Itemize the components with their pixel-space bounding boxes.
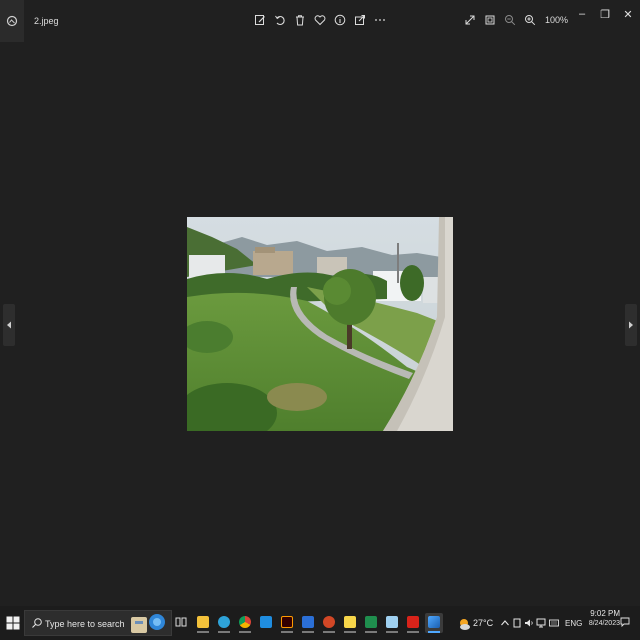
search-highlight-icon	[131, 614, 165, 633]
zoom-out-icon[interactable]	[503, 13, 517, 27]
chrome-icon	[239, 616, 251, 628]
taskbar-chrome[interactable]	[236, 613, 254, 633]
powerpoint-icon	[323, 616, 335, 628]
running-indicator	[365, 631, 377, 633]
fit-icon[interactable]	[483, 13, 497, 27]
language-indicator[interactable]: ENG	[565, 619, 582, 628]
active-indicator	[428, 631, 440, 633]
excel-icon	[365, 616, 377, 628]
close-button[interactable]: ✕	[618, 6, 638, 22]
device-icon[interactable]	[512, 618, 522, 628]
next-image-button[interactable]	[625, 304, 637, 346]
maximize-button[interactable]: ❐	[595, 6, 615, 22]
windows-logo-icon	[6, 616, 20, 630]
file-name-label: 2.jpeg	[34, 16, 59, 26]
running-indicator	[323, 631, 335, 633]
title-bar: 2.jpeg 100% – ❐ ✕	[0, 0, 640, 42]
start-button[interactable]	[6, 616, 20, 630]
search-input[interactable]: Type here to search	[24, 610, 172, 636]
acrobat-icon	[407, 616, 419, 628]
taskbar-sticky-notes[interactable]	[341, 613, 359, 633]
running-indicator	[344, 631, 356, 633]
taskbar-acrobat[interactable]	[404, 613, 422, 633]
delete-icon[interactable]	[293, 13, 307, 27]
keyboard-icon[interactable]	[549, 618, 559, 628]
taskbar-edge[interactable]	[215, 613, 233, 633]
info-icon[interactable]	[333, 13, 347, 27]
minimize-button[interactable]: –	[572, 6, 592, 22]
chevron-left-icon	[7, 321, 11, 329]
photos-logo-icon	[6, 15, 18, 27]
notification-icon[interactable]	[620, 617, 630, 627]
show-hidden-icons-icon[interactable]	[500, 618, 510, 628]
running-indicator	[407, 631, 419, 633]
expand-icon[interactable]	[463, 13, 477, 27]
notepad-icon	[386, 616, 398, 628]
more-icon[interactable]	[373, 13, 387, 27]
folder-icon	[197, 616, 209, 628]
edit-icon[interactable]	[253, 13, 267, 27]
displayed-photo	[187, 217, 453, 431]
taskbar-notepad[interactable]	[383, 613, 401, 633]
weather-temperature[interactable]: 27°C	[473, 618, 493, 628]
zoom-level[interactable]: 100%	[545, 15, 568, 25]
rotate-icon[interactable]	[273, 13, 287, 27]
taskbar-mail[interactable]	[257, 613, 275, 633]
running-indicator	[302, 631, 314, 633]
word-icon	[302, 616, 314, 628]
clock-date[interactable]: 8/24/2023	[583, 620, 620, 627]
weather-icon[interactable]	[457, 617, 471, 631]
photos-app-icon[interactable]	[0, 0, 24, 42]
clock-time[interactable]: 9:02 PM	[586, 609, 620, 618]
edge-icon	[218, 616, 230, 628]
image-viewer-area	[0, 42, 640, 606]
zoom-in-icon[interactable]	[523, 13, 537, 27]
chevron-right-icon	[629, 321, 633, 329]
task-view-icon	[175, 617, 187, 627]
network-icon[interactable]	[536, 618, 546, 628]
illustrator-icon	[281, 616, 293, 628]
running-indicator	[218, 631, 230, 633]
running-indicator	[281, 631, 293, 633]
running-indicator	[386, 631, 398, 633]
taskbar-task-view[interactable]	[172, 613, 190, 633]
running-indicator	[239, 631, 251, 633]
running-indicator	[197, 631, 209, 633]
taskbar-photos[interactable]	[425, 613, 443, 633]
mail-icon	[260, 616, 272, 628]
sticky-notes-icon	[344, 616, 356, 628]
search-placeholder: Type here to search	[45, 619, 125, 629]
taskbar-word[interactable]	[299, 613, 317, 633]
share-icon[interactable]	[353, 13, 367, 27]
taskbar-illustrator[interactable]	[278, 613, 296, 633]
taskbar-excel[interactable]	[362, 613, 380, 633]
taskbar-file-explorer[interactable]	[194, 613, 212, 633]
previous-image-button[interactable]	[3, 304, 15, 346]
volume-icon[interactable]	[524, 618, 534, 628]
photos-app-window: 2.jpeg 100% – ❐ ✕ Type here to search 27…	[0, 0, 640, 640]
taskbar-powerpoint[interactable]	[320, 613, 338, 633]
search-icon	[32, 618, 42, 628]
favorite-icon[interactable]	[313, 13, 327, 27]
photos-icon	[428, 616, 440, 628]
